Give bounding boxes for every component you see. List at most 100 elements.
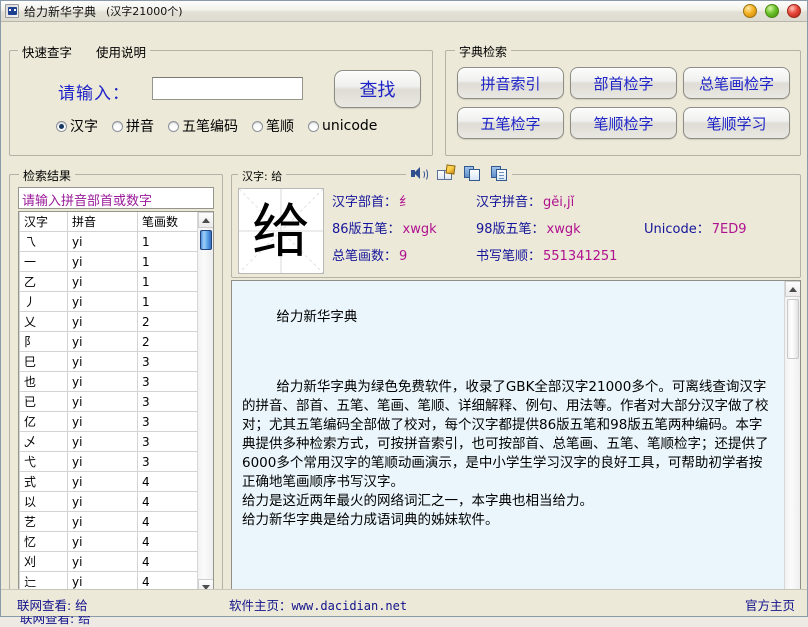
table-row[interactable]: 忆 yi 4 xyxy=(19,531,197,552)
results-hint-text: 请输入拼音部首或数字 xyxy=(18,187,214,209)
table-row[interactable]: 式 yi 4 xyxy=(19,471,197,492)
book-pencil-icon[interactable] xyxy=(437,164,456,182)
search-results-legend: 检索结果 xyxy=(19,167,76,184)
radio-label: 拼音 xyxy=(126,119,154,135)
table-row[interactable]: 乂 yi 2 xyxy=(19,311,197,332)
tab-instructions[interactable]: 使用说明 xyxy=(96,42,146,61)
character-detail-panel: 汉字: 给 给 汉字部首： 纟 汉字拼音： gěi,jǐ 86版五笔： xwgk… xyxy=(231,164,801,278)
table-row[interactable]: 以 yi 4 xyxy=(19,491,197,512)
value-radical: 纟 xyxy=(399,195,413,210)
button-strokes-lookup[interactable]: 总笔画检字 xyxy=(683,67,790,99)
status-homepage-url[interactable]: www.dacidian.net xyxy=(292,599,408,613)
radio-label: unicode xyxy=(322,118,378,134)
cell-hanzi: 乄 xyxy=(19,431,68,452)
window-title: 给力新华字典 xyxy=(24,4,97,19)
search-mode-radio-group: 汉字 拼音 五笔编码 笔顺 unicode xyxy=(56,116,391,136)
radio-mode-pinyin[interactable]: 拼音 xyxy=(112,116,154,136)
cell-strokes: 2 xyxy=(137,331,197,352)
label-wubi98: 98版五笔： xyxy=(476,222,545,237)
scrollbar-thumb[interactable] xyxy=(787,299,799,359)
cell-strokes: 4 xyxy=(137,491,197,512)
radio-mode-hanzi[interactable]: 汉字 xyxy=(56,116,98,136)
radio-label: 笔顺 xyxy=(266,119,294,135)
character-glyph: 给 xyxy=(251,197,310,265)
label-stroke-order: 书写笔顺： xyxy=(476,249,542,264)
column-header-strokes[interactable]: 笔画数 xyxy=(137,212,197,232)
button-radical-lookup[interactable]: 部首检字 xyxy=(570,67,677,99)
radio-label: 五笔编码 xyxy=(182,119,238,135)
table-row[interactable]: 也 yi 3 xyxy=(19,371,197,392)
label-wubi86: 86版五笔： xyxy=(332,222,401,237)
status-official-site[interactable]: 官方主页 xyxy=(745,595,795,614)
table-row[interactable]: 一 yi 1 xyxy=(19,251,197,272)
minimize-button[interactable] xyxy=(743,4,757,18)
results-scrollbar[interactable] xyxy=(197,212,213,595)
radio-mode-bishun[interactable]: 笔顺 xyxy=(252,116,294,136)
table-row[interactable]: 阝 yi 2 xyxy=(19,331,197,352)
button-pinyin-index[interactable]: 拼音索引 xyxy=(457,67,564,99)
dictionary-search-panel: 字典检索 拼音索引 部首检字 总笔画检字 五笔检字 笔顺检字 笔顺学习 xyxy=(445,43,801,156)
scrollbar-thumb[interactable] xyxy=(200,230,212,250)
button-bishun-lookup[interactable]: 笔顺检字 xyxy=(570,107,677,139)
cell-hanzi: 乙 xyxy=(19,271,68,292)
field-row: 汉字部首： 纟 汉字拼音： gěi,jǐ xyxy=(332,191,796,218)
radio-dot-icon xyxy=(308,120,319,132)
cell-pinyin: yi xyxy=(67,411,138,432)
dictionary-button-grid: 拼音索引 部首检字 总笔画检字 五笔检字 笔顺检字 笔顺学习 xyxy=(457,67,790,139)
cell-strokes: 4 xyxy=(137,471,197,492)
cell-hanzi: 已 xyxy=(19,391,68,412)
cell-pinyin: yi xyxy=(67,491,138,512)
table-row[interactable]: 艺 yi 4 xyxy=(19,511,197,532)
cell-pinyin: yi xyxy=(67,391,138,412)
status-homepage-label: 软件主页： xyxy=(229,598,292,613)
radio-dot-icon xyxy=(112,120,123,132)
speaker-icon[interactable] xyxy=(410,166,428,182)
cell-hanzi: 巳 xyxy=(19,351,68,372)
label-total-strokes: 总笔画数： xyxy=(332,249,398,264)
cell-pinyin: yi xyxy=(67,531,138,552)
status-online-lookup[interactable]: 联网查看: 给 xyxy=(17,595,88,614)
radio-mode-wubi[interactable]: 五笔编码 xyxy=(168,116,238,136)
cell-strokes: 3 xyxy=(137,351,197,372)
button-bishun-study[interactable]: 笔顺学习 xyxy=(683,107,790,139)
table-row[interactable]: 丿 yi 1 xyxy=(19,291,197,312)
client-area: 快速查字 使用说明 请输入： 查找 汉字 拼音 五笔编码 笔顺 unicode … xyxy=(1,22,807,626)
column-header-hanzi[interactable]: 汉字 xyxy=(19,212,68,232)
table-row[interactable]: 已 yi 3 xyxy=(19,391,197,412)
table-row[interactable]: 刈 yi 4 xyxy=(19,551,197,572)
cell-strokes: 1 xyxy=(137,231,197,252)
table-row[interactable]: 亿 yi 3 xyxy=(19,411,197,432)
results-list[interactable]: 汉字 拼音 笔画数 乁 yi 1 一 yi 1 乙 yi 1 丿 yi 1 乂 yi 2 阝 yi 2 xyxy=(18,211,214,596)
app-window: 给力新华字典 (汉字21000个) 快速查字 使用说明 请输入： 查找 汉字 拼… xyxy=(0,0,808,626)
cell-pinyin: yi xyxy=(67,511,138,532)
table-row[interactable]: 巳 yi 3 xyxy=(19,351,197,372)
table-row[interactable]: 乄 yi 3 xyxy=(19,431,197,452)
copy-icon[interactable] xyxy=(464,166,481,182)
table-row[interactable]: 乁 yi 1 xyxy=(19,231,197,252)
cell-pinyin: yi xyxy=(67,351,138,372)
maximize-button[interactable] xyxy=(765,4,779,18)
cell-hanzi: 式 xyxy=(19,471,68,492)
scroll-up-arrow-icon[interactable] xyxy=(785,281,800,297)
tab-quick-search[interactable]: 快速查字 xyxy=(22,42,72,61)
cell-strokes: 2 xyxy=(137,311,197,332)
value-pinyin: gěi,jǐ xyxy=(543,195,575,210)
table-row[interactable]: 乙 yi 1 xyxy=(19,271,197,292)
find-button[interactable]: 查找 xyxy=(334,70,421,108)
cell-strokes: 4 xyxy=(137,511,197,532)
radio-mode-unicode[interactable]: unicode xyxy=(308,118,377,134)
table-row[interactable]: 弋 yi 3 xyxy=(19,451,197,472)
character-fields: 汉字部首： 纟 汉字拼音： gěi,jǐ 86版五笔： xwgk 98版五笔： xyxy=(332,191,796,272)
copy-all-icon[interactable] xyxy=(491,166,508,182)
search-input[interactable] xyxy=(152,77,303,100)
description-panel[interactable]: 给力新华字典 给力新华字典为绿色免费软件，收录了GBK全部汉字21000多个。可… xyxy=(231,280,801,606)
close-button[interactable] xyxy=(787,4,801,18)
column-header-pinyin[interactable]: 拼音 xyxy=(67,212,138,232)
description-scrollbar[interactable] xyxy=(784,281,800,605)
scroll-up-arrow-icon[interactable] xyxy=(198,212,213,228)
value-stroke-order: 551341251 xyxy=(543,249,618,264)
cell-pinyin: yi xyxy=(67,251,138,272)
button-wubi-lookup[interactable]: 五笔检字 xyxy=(457,107,564,139)
cell-hanzi: 以 xyxy=(19,491,68,512)
label-pinyin: 汉字拼音： xyxy=(476,195,542,210)
